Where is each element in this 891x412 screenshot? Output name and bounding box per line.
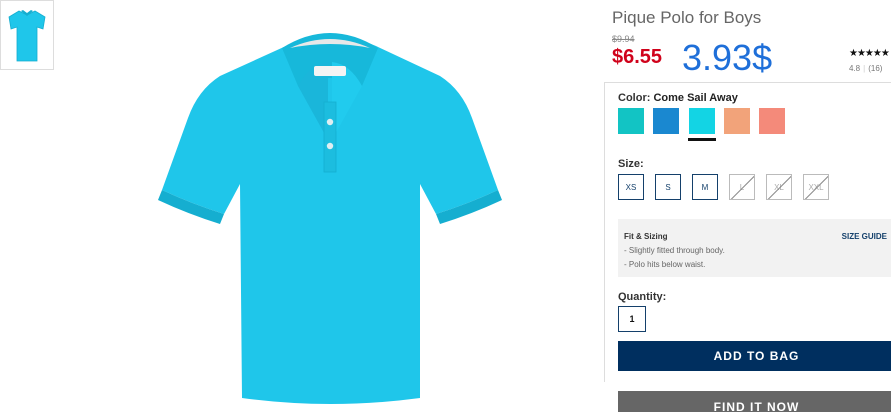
color-label-row: Color: Come Sail Away bbox=[618, 92, 738, 104]
review-count: (16) bbox=[868, 64, 883, 73]
color-label: Color: bbox=[618, 92, 651, 104]
color-swatch-5[interactable] bbox=[759, 108, 785, 134]
quantity-label: Quantity: bbox=[618, 291, 667, 303]
product-thumbnail[interactable] bbox=[0, 0, 54, 70]
fit-sizing-box: Fit & Sizing SIZE GUIDE - Slightly fitte… bbox=[618, 219, 891, 277]
find-it-now-button[interactable]: FIND IT NOW bbox=[618, 391, 891, 412]
size-option-xs[interactable]: XS bbox=[618, 174, 644, 200]
size-guide-link[interactable]: SIZE GUIDE bbox=[842, 232, 887, 241]
color-swatch-1[interactable] bbox=[618, 108, 644, 134]
annotated-price: 3.93$ bbox=[682, 37, 773, 78]
rating-value: 4.8 bbox=[849, 64, 861, 73]
polo-thumbnail-image bbox=[8, 10, 46, 62]
selected-color-name: Come Sail Away bbox=[653, 92, 738, 104]
rating-separator: | bbox=[863, 64, 866, 73]
rating-summary[interactable]: 4.8 | (16) bbox=[849, 64, 882, 73]
product-title: Pique Polo for Boys bbox=[612, 8, 762, 27]
fit-sizing-title: Fit & Sizing bbox=[624, 232, 668, 241]
size-option-m[interactable]: M bbox=[692, 174, 718, 200]
fit-detail-line: - Polo hits below waist. bbox=[624, 260, 706, 269]
size-option-xxl[interactable]: XXL bbox=[803, 174, 829, 200]
rating-stars[interactable]: ★★★★★ bbox=[849, 48, 890, 59]
product-details-panel: Pique Polo for Boys $9.94 $6.55 3.93$ ★★… bbox=[604, 0, 891, 412]
color-swatch-4[interactable] bbox=[724, 108, 750, 134]
size-option-s[interactable]: S bbox=[655, 174, 681, 200]
main-product-image bbox=[150, 18, 510, 410]
sale-price: $6.55 bbox=[612, 46, 663, 68]
size-option-l[interactable]: L bbox=[729, 174, 755, 200]
quantity-input[interactable]: 1 bbox=[618, 306, 646, 332]
selected-swatch-indicator bbox=[688, 138, 716, 141]
color-swatch-3[interactable] bbox=[689, 108, 715, 134]
add-to-bag-button[interactable]: ADD TO BAG bbox=[618, 341, 891, 371]
color-swatch-2[interactable] bbox=[653, 108, 679, 134]
original-price: $9.94 bbox=[612, 34, 635, 44]
size-option-xl[interactable]: XL bbox=[766, 174, 792, 200]
fit-detail-line: - Slightly fitted through body. bbox=[624, 246, 725, 255]
size-label: Size: bbox=[618, 158, 644, 170]
